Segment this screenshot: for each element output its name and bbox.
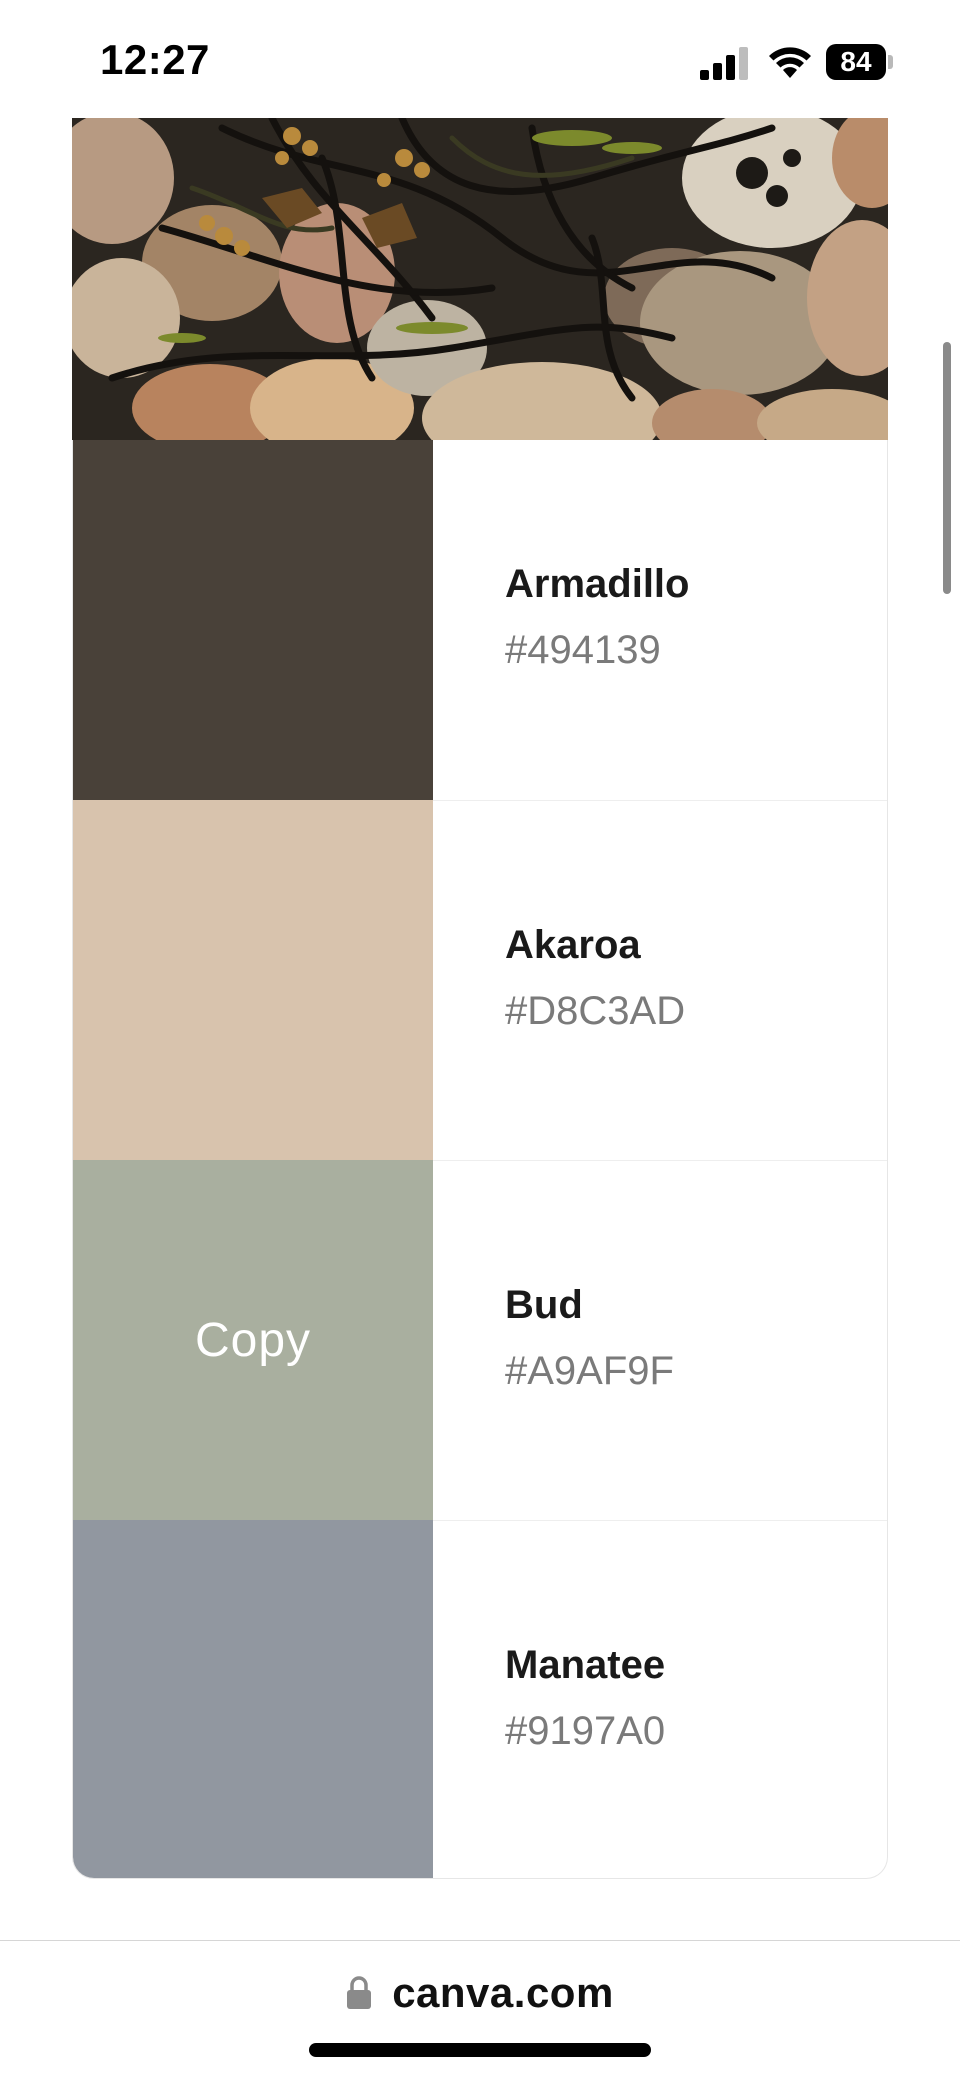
lock-icon bbox=[347, 1976, 372, 2009]
palette-color-row: Armadillo #494139 bbox=[73, 440, 887, 800]
color-hex-code[interactable]: #9197A0 bbox=[505, 1709, 665, 1754]
status-bar: 12:27 84 bbox=[0, 0, 960, 118]
color-swatch-bud[interactable]: Copy bbox=[73, 1160, 433, 1520]
palette-photo bbox=[72, 118, 888, 440]
url-display[interactable]: canva.com bbox=[0, 1969, 960, 2017]
color-hex-code[interactable]: #D8C3AD bbox=[505, 989, 685, 1034]
color-info: Bud #A9AF9F bbox=[433, 1160, 887, 1520]
palette-color-row: Manatee #9197A0 bbox=[73, 1520, 887, 1878]
status-time: 12:27 bbox=[100, 36, 210, 83]
color-swatch-akaroa[interactable] bbox=[73, 800, 433, 1160]
wifi-icon bbox=[769, 47, 811, 78]
battery-icon: 84 bbox=[826, 44, 893, 80]
color-info: Manatee #9197A0 bbox=[433, 1520, 887, 1878]
browser-address-bar: canva.com bbox=[0, 1940, 960, 2080]
palette-color-row: Copy Bud #A9AF9F bbox=[73, 1160, 887, 1520]
color-hex-code[interactable]: #494139 bbox=[505, 628, 661, 673]
color-hex-code[interactable]: #A9AF9F bbox=[505, 1349, 674, 1394]
color-name[interactable]: Akaroa bbox=[505, 923, 641, 968]
pebbles-seaweed-image bbox=[72, 118, 888, 440]
color-swatch-armadillo[interactable] bbox=[73, 440, 433, 800]
color-info: Akaroa #D8C3AD bbox=[433, 800, 887, 1160]
palette-color-row: Akaroa #D8C3AD bbox=[73, 800, 887, 1160]
home-indicator[interactable] bbox=[309, 2043, 651, 2057]
copy-label[interactable]: Copy bbox=[195, 1313, 311, 1368]
color-name[interactable]: Manatee bbox=[505, 1643, 665, 1688]
scrollbar-thumb[interactable] bbox=[943, 342, 951, 594]
palette-card: Armadillo #494139 Akaroa #D8C3AD Copy Bu… bbox=[72, 440, 888, 1879]
battery-level: 84 bbox=[826, 44, 886, 80]
color-swatch-manatee[interactable] bbox=[73, 1520, 433, 1878]
url-text[interactable]: canva.com bbox=[392, 1969, 614, 2017]
color-name[interactable]: Bud bbox=[505, 1283, 583, 1328]
signal-icon bbox=[700, 47, 748, 80]
color-info: Armadillo #494139 bbox=[433, 440, 887, 800]
color-name[interactable]: Armadillo bbox=[505, 562, 689, 607]
battery-cap bbox=[888, 55, 893, 69]
